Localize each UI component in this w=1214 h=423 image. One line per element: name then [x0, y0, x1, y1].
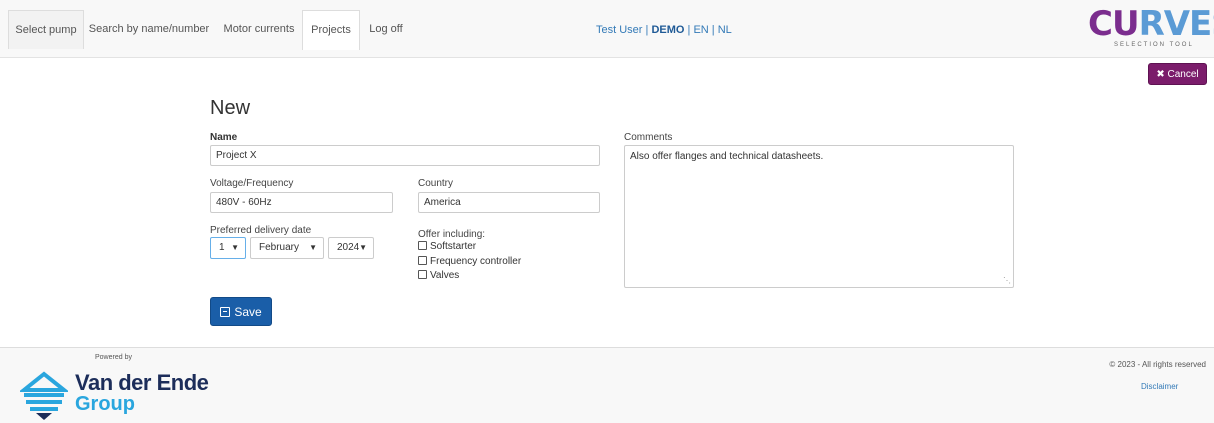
resize-handle-icon[interactable]: ⋱ — [1003, 277, 1011, 285]
tab-motor-currents[interactable]: Motor currents — [219, 10, 299, 49]
offer-option-softstarter[interactable]: Softstarter — [418, 241, 476, 253]
comments-textarea[interactable]: Also offer flanges and technical datashe… — [624, 145, 1014, 288]
logo-subtitle: SELECTION TOOL — [1114, 42, 1194, 48]
year-value: 2024 — [337, 242, 360, 253]
tab-projects[interactable]: Projects — [302, 10, 360, 50]
cancel-button[interactable]: ✖ Cancel — [1148, 63, 1207, 85]
offer-option-frequency-controller[interactable]: Frequency controller — [418, 256, 521, 268]
separator: | — [645, 24, 649, 36]
chevron-down-icon: ▼ — [231, 243, 239, 252]
country-label: Country — [418, 178, 454, 189]
comments-text: Also offer flanges and technical datashe… — [630, 151, 824, 162]
floppy-disk-icon — [220, 307, 231, 317]
page-title: New — [210, 97, 251, 119]
comments-label: Comments — [624, 132, 673, 143]
van-der-ende-logo-icon — [20, 371, 68, 420]
checkbox[interactable] — [418, 241, 427, 250]
offer-including-label: Offer including: — [418, 229, 486, 240]
powered-by-label: Powered by — [95, 354, 132, 361]
year-select[interactable]: 2024 ▼ — [328, 237, 374, 259]
disclaimer-link[interactable]: Disclaimer — [1141, 382, 1178, 391]
month-select[interactable]: February ▼ — [250, 237, 324, 259]
chevron-down-icon: ▼ — [359, 243, 367, 252]
chevron-down-icon: ▼ — [309, 243, 317, 252]
checkbox[interactable] — [418, 256, 427, 265]
country-field[interactable]: America — [418, 192, 600, 213]
lang-nl-link[interactable]: NL — [718, 24, 732, 36]
mode-badge: DEMO — [651, 24, 685, 36]
save-button[interactable]: Save — [210, 297, 272, 326]
tab-select-pump[interactable]: Select pump — [8, 10, 84, 49]
separator: | — [687, 24, 691, 36]
copyright-text: © 2023 - All rights reserved — [1109, 360, 1206, 369]
voltage-field[interactable]: 480V - 60Hz — [210, 192, 393, 213]
lang-en-link[interactable]: EN — [693, 24, 708, 36]
offer-option-valves[interactable]: Valves — [418, 270, 459, 282]
tab-search-by-name[interactable]: Search by name/number — [84, 10, 214, 49]
checkbox[interactable] — [418, 270, 427, 279]
separator: | — [711, 24, 715, 36]
month-value: February — [259, 242, 300, 253]
top-navbar: Select pump Search by name/number Motor … — [0, 0, 1214, 58]
brand-name-line2: Group — [75, 393, 135, 415]
delivery-date-label: Preferred delivery date — [210, 225, 312, 236]
footer: Powered by Van der Ende Group © 2023 - A… — [0, 347, 1214, 423]
user-name-link[interactable]: Test User — [596, 24, 642, 36]
name-field[interactable]: Project X — [210, 145, 600, 166]
day-select[interactable]: 1 ▼ — [210, 237, 246, 259]
curves-logo[interactable]: CURVES SELECTION TOOL — [1088, 6, 1214, 54]
tab-log-off[interactable]: Log off — [364, 10, 408, 49]
day-value: 1 — [219, 242, 225, 253]
voltage-label: Voltage/Frequency — [210, 178, 294, 189]
logo-wordmark: CURVES — [1088, 4, 1214, 44]
user-info: Test User | DEMO | EN | NL — [596, 24, 732, 36]
name-label: Name — [210, 132, 238, 143]
